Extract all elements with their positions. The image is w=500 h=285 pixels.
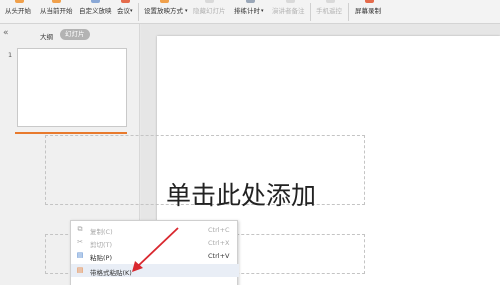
annotation-arrow-icon [132, 227, 179, 272]
